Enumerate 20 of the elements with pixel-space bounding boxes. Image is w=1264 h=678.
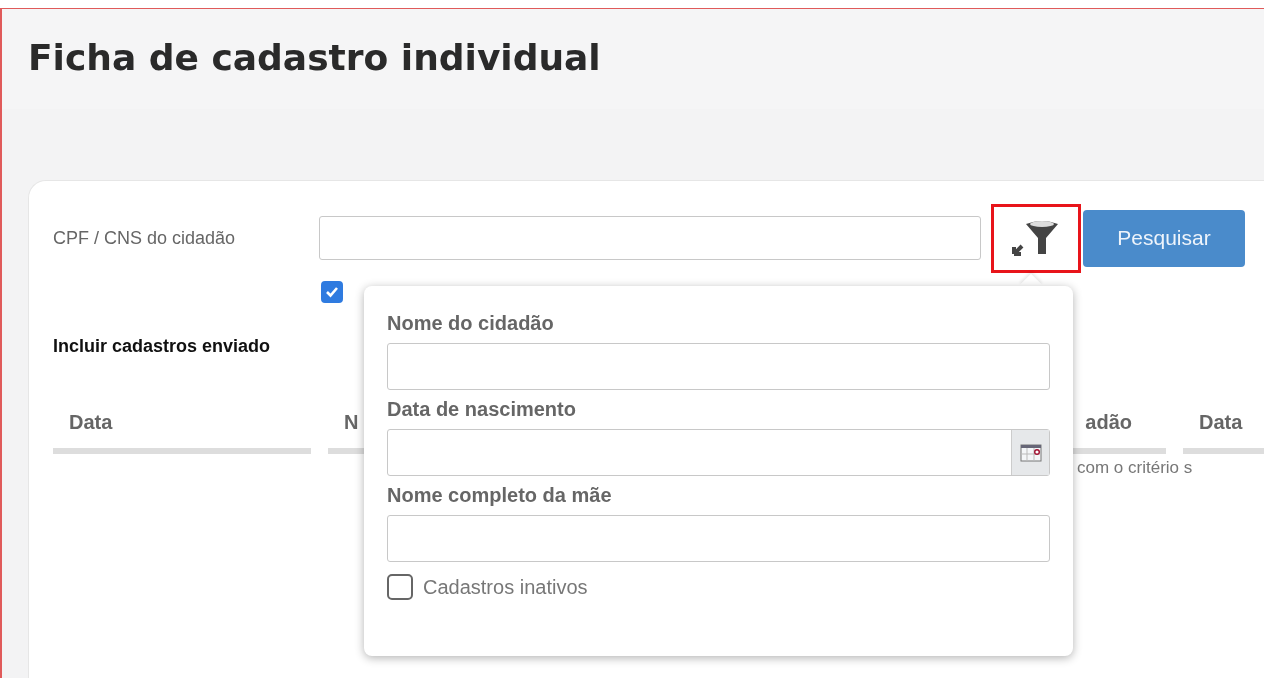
checkbox[interactable] bbox=[321, 281, 343, 303]
column-header[interactable]: Data bbox=[53, 399, 311, 454]
field-label: Nome completo da mãe bbox=[387, 483, 613, 508]
checkbox-label: Cadastros inativos bbox=[423, 575, 588, 599]
input-field[interactable] bbox=[319, 216, 981, 260]
column-header[interactable]: Data bbox=[1183, 399, 1264, 454]
option-label: Incluir cadastros enviado bbox=[53, 335, 271, 357]
checkbox[interactable] bbox=[387, 574, 413, 600]
date-field[interactable] bbox=[387, 429, 1050, 476]
input-field[interactable] bbox=[387, 515, 1050, 562]
field-label: Nome do cidadão bbox=[387, 311, 555, 336]
checkmark-icon bbox=[325, 286, 339, 298]
field-label: CPF / CNS do cidadão bbox=[53, 227, 237, 249]
filter-button[interactable] bbox=[991, 203, 1081, 273]
calendar-icon[interactable] bbox=[1011, 430, 1049, 475]
field-label: Data de nascimento bbox=[387, 397, 577, 422]
empty-message: com o critério s bbox=[1077, 458, 1193, 477]
page-title: Ficha de cadastro individual bbox=[28, 36, 602, 78]
search-button[interactable]: Pesquisar bbox=[1083, 209, 1245, 267]
input-field[interactable] bbox=[387, 343, 1050, 390]
